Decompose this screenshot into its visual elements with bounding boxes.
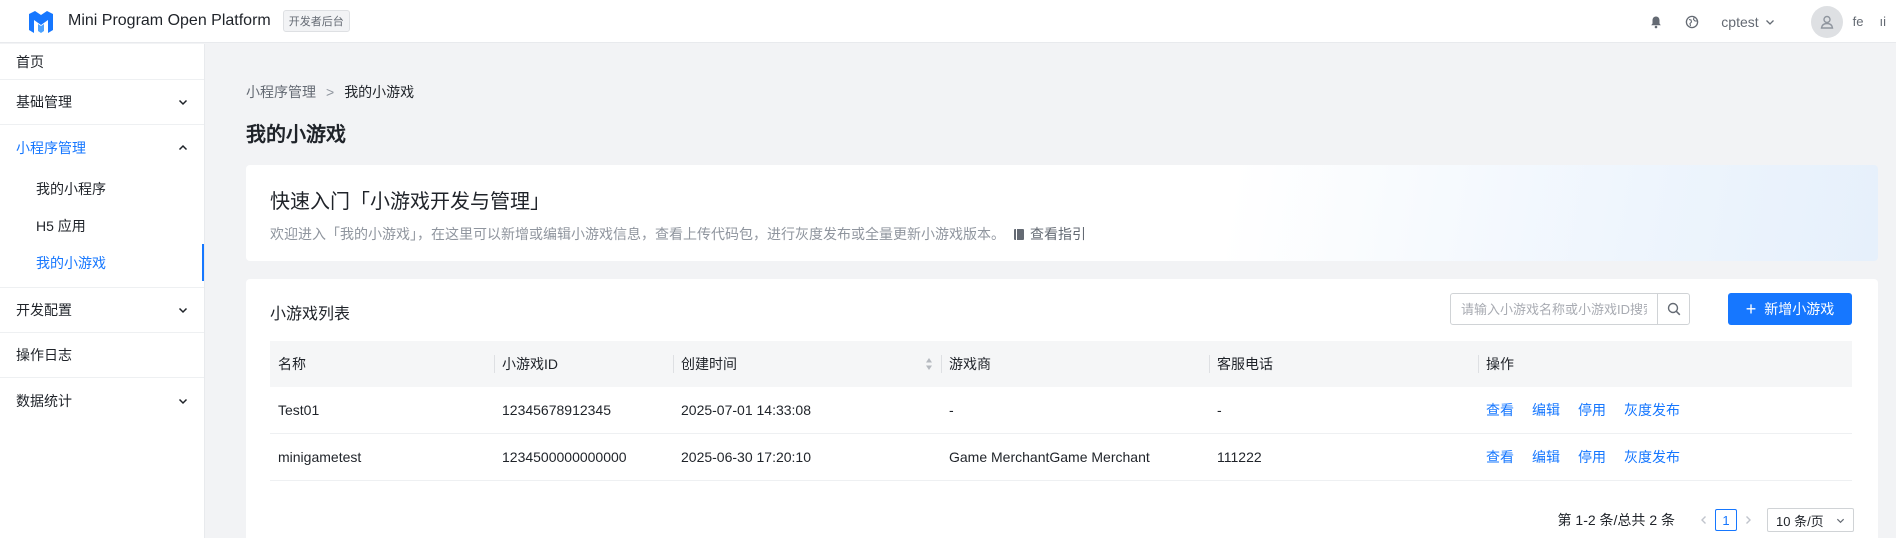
sidebar-item-home[interactable]: 首页 xyxy=(0,44,204,80)
cell-phone: - xyxy=(1217,402,1222,418)
user-name[interactable]: fe xyxy=(1853,14,1864,29)
quick-start-title: 快速入门「小游戏开发与管理」 xyxy=(270,191,550,213)
breadcrumb-current: 我的小游戏 xyxy=(344,84,415,100)
account-selector[interactable]: cptest xyxy=(1721,14,1758,30)
cell-actions: 查看 编辑 停用 灰度发布 xyxy=(1478,447,1852,467)
cell-name: minigametest xyxy=(278,449,362,465)
sidebar-subitem-my-miniprograms[interactable]: 我的小程序 xyxy=(0,170,204,207)
plus-icon: + xyxy=(1745,299,1757,319)
cell-actions: 查看 编辑 停用 灰度发布 xyxy=(1478,400,1852,420)
sidebar-item-label: 操作日志 xyxy=(16,347,72,363)
edit-link[interactable]: 编辑 xyxy=(1532,400,1560,420)
chevron-left-icon[interactable] xyxy=(1699,515,1709,525)
chevron-down-icon[interactable] xyxy=(1765,17,1775,27)
sidebar-item-miniprogram-management[interactable]: 小程序管理 xyxy=(0,125,204,170)
column-header-merchant: 游戏商 xyxy=(941,341,1209,387)
page-size-label: 10 条/页 xyxy=(1776,513,1824,529)
sidebar-subitem-label: H5 应用 xyxy=(36,217,86,234)
column-header-phone: 客服电话 xyxy=(1209,341,1478,387)
search-icon xyxy=(1667,302,1680,316)
cell-phone: 111222 xyxy=(1217,449,1262,465)
sidebar-item-label: 基础管理 xyxy=(16,94,72,110)
column-header-name: 名称 xyxy=(278,356,306,372)
column-header-actions: 操作 xyxy=(1478,341,1852,387)
cell-merchant: - xyxy=(949,402,954,418)
add-minigame-label: 新增小游戏 xyxy=(1764,301,1835,317)
disable-link[interactable]: 停用 xyxy=(1578,447,1606,467)
sidebar-item-basic-management[interactable]: 基础管理 xyxy=(0,80,204,125)
column-header-id: 小游戏ID xyxy=(494,341,673,387)
user-extra: ıi xyxy=(1879,14,1887,29)
developer-badge: 开发者后台 xyxy=(282,10,350,32)
table-row: minigametest 1234500000000000 2025-06-30… xyxy=(270,434,1852,481)
view-guide-label: 查看指引 xyxy=(1030,226,1086,242)
page-size-select[interactable]: 10 条/页 xyxy=(1767,508,1854,532)
page-number-current[interactable]: 1 xyxy=(1715,509,1737,531)
view-guide-link[interactable]: 查看指引 xyxy=(1013,224,1086,244)
chevron-down-icon xyxy=(178,99,188,106)
view-link[interactable]: 查看 xyxy=(1486,447,1514,467)
edit-link[interactable]: 编辑 xyxy=(1532,447,1560,467)
quick-start-text: 欢迎进入「我的小游戏」，在这里可以新增或编辑小游戏信息，查看上传代码包，进行灰度… xyxy=(270,226,1005,242)
sidebar-item-label: 首页 xyxy=(16,53,44,70)
cell-created: 2025-06-30 17:20:10 xyxy=(681,449,811,465)
main-content: 小程序管理 > 我的小游戏 我的小游戏 快速入门「小游戏开发与管理」 欢迎进入「… xyxy=(206,44,1896,538)
sidebar-item-data-statistics[interactable]: 数据统计 xyxy=(0,378,204,423)
sort-icon[interactable] xyxy=(925,357,933,371)
quick-start-description: 欢迎进入「我的小游戏」，在这里可以新增或编辑小游戏信息，查看上传代码包，进行灰度… xyxy=(270,224,1086,244)
search-button[interactable] xyxy=(1657,294,1689,324)
table-header: 名称 小游戏ID 创建时间 游戏商 客服电话 操作 xyxy=(270,341,1852,387)
page-title: 我的小游戏 xyxy=(246,124,346,146)
bell-icon[interactable] xyxy=(1649,15,1663,29)
chevron-down-icon xyxy=(178,307,188,314)
sidebar-subitem-label: 我的小游戏 xyxy=(36,254,106,271)
add-minigame-button[interactable]: + 新增小游戏 xyxy=(1728,293,1852,325)
cell-id: 12345678912345 xyxy=(502,402,612,418)
quick-start-card: 快速入门「小游戏开发与管理」 欢迎进入「我的小游戏」，在这里可以新增或编辑小游戏… xyxy=(246,165,1878,261)
column-header-created-label: 创建时间 xyxy=(681,356,737,372)
minigame-table: 名称 小游戏ID 创建时间 游戏商 客服电话 操作 Test01 1234567… xyxy=(270,341,1852,481)
breadcrumb-parent[interactable]: 小程序管理 xyxy=(246,82,316,102)
user-icon xyxy=(1820,15,1833,29)
chevron-up-icon xyxy=(178,144,188,150)
pagination-summary: 第 1-2 条/总共 2 条 xyxy=(1557,512,1675,528)
column-header-created[interactable]: 创建时间 xyxy=(673,341,941,387)
chevron-right-icon[interactable] xyxy=(1743,515,1753,525)
gray-release-link[interactable]: 灰度发布 xyxy=(1624,400,1680,420)
sidebar-submenu: 我的小程序 H5 应用 我的小游戏 xyxy=(0,170,204,288)
disable-link[interactable]: 停用 xyxy=(1578,400,1606,420)
sidebar-subitem-my-minigames[interactable]: 我的小游戏 xyxy=(0,244,204,281)
breadcrumb: 小程序管理 > 我的小游戏 xyxy=(246,82,414,102)
avatar[interactable] xyxy=(1810,5,1843,38)
cell-id: 1234500000000000 xyxy=(502,449,627,465)
globe-icon[interactable] xyxy=(1685,15,1699,29)
sidebar-item-label: 小程序管理 xyxy=(16,139,86,156)
minigame-list-card: 小游戏列表 + 新增小游戏 名称 小游戏ID 创建时间 xyxy=(246,279,1878,538)
chevron-down-icon xyxy=(1836,518,1845,523)
book-icon xyxy=(1014,228,1024,240)
sidebar-item-dev-config[interactable]: 开发配置 xyxy=(0,288,204,333)
sidebar-subitem-label: 我的小程序 xyxy=(36,180,106,197)
table-row: Test01 12345678912345 2025-07-01 14:33:0… xyxy=(270,387,1852,434)
search-input[interactable] xyxy=(1451,294,1657,324)
breadcrumb-separator: > xyxy=(326,84,335,100)
search-box xyxy=(1450,293,1690,325)
gray-release-link[interactable]: 灰度发布 xyxy=(1624,447,1680,467)
view-link[interactable]: 查看 xyxy=(1486,400,1514,420)
list-title: 小游戏列表 xyxy=(270,306,351,323)
chevron-down-icon xyxy=(178,398,188,404)
pagination: 第 1-2 条/总共 2 条 1 10 条/页 xyxy=(1558,508,1854,532)
sidebar-item-operation-log[interactable]: 操作日志 xyxy=(0,333,204,378)
sidebar-item-label: 开发配置 xyxy=(16,302,72,318)
cell-name: Test01 xyxy=(278,402,320,418)
cell-merchant: Game MerchantGame Merchant xyxy=(949,449,1150,465)
cell-created: 2025-07-01 14:33:08 xyxy=(681,402,811,418)
sidebar-subitem-h5-apps[interactable]: H5 应用 xyxy=(0,207,204,244)
platform-logo-icon xyxy=(29,11,53,33)
app-title: Mini Program Open Platform xyxy=(68,12,271,29)
header-right: cptest fe ıi xyxy=(1649,0,1896,43)
sidebar-item-label: 数据统计 xyxy=(16,392,72,409)
top-header: Mini Program Open Platform 开发者后台 cptest … xyxy=(0,0,1896,43)
sidebar: 首页 基础管理 小程序管理 我的小程序 H5 应用 我的小游戏 开发配置 操作日… xyxy=(0,44,205,538)
